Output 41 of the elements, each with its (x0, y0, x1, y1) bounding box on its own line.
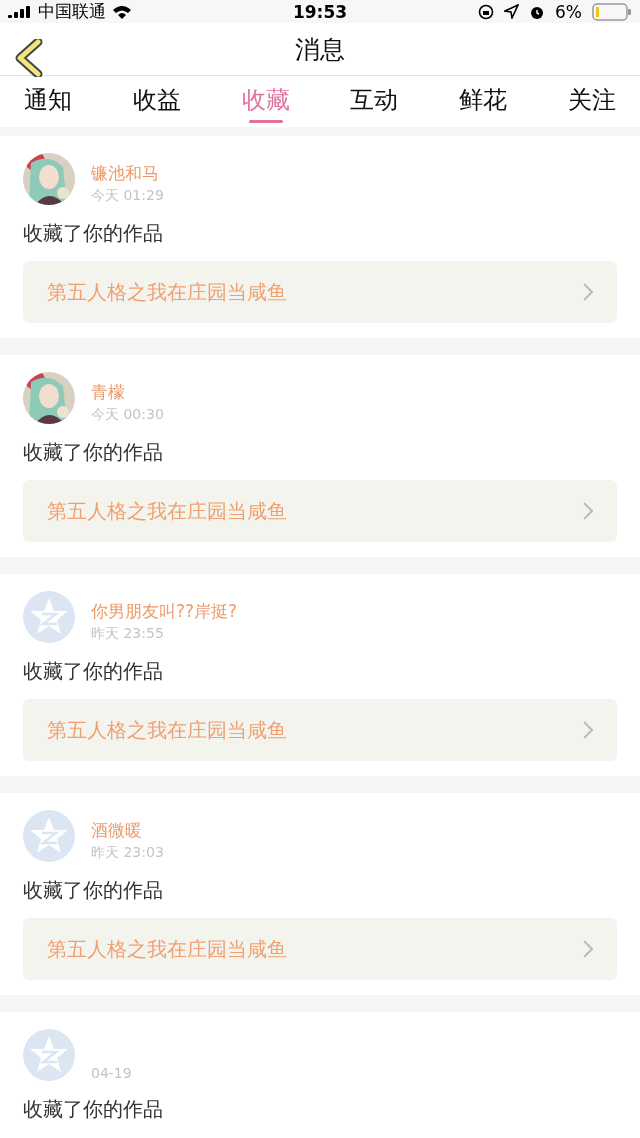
user-name[interactable]: 你男朋友叫??岸挺? (91, 600, 238, 623)
back-button[interactable] (14, 39, 44, 77)
message-time: 昨天 23:03 (91, 844, 164, 862)
signal-icon (8, 5, 32, 18)
chevron-icon (583, 721, 593, 739)
message-time: 今天 01:29 (91, 187, 164, 205)
tab[interactable]: 收藏 (241, 76, 290, 127)
location-icon (504, 4, 519, 19)
battery-icon (592, 2, 632, 21)
chevron-icon (583, 283, 593, 301)
tab[interactable]: 收益 (132, 76, 181, 127)
rotation-lock-icon (478, 3, 494, 20)
work-link[interactable]: 第五人格之我在庄园当咸鱼 (23, 918, 617, 980)
work-link[interactable]: 第五人格之我在庄园当咸鱼 (23, 261, 617, 323)
message-text: 收藏了你的作品 (23, 1096, 164, 1123)
tab[interactable]: 通知 (24, 76, 72, 127)
user-name[interactable]: 青檬 (91, 381, 164, 404)
user-name[interactable]: 镰池和马 (91, 162, 164, 185)
chevron-icon (583, 502, 593, 520)
avatar-icon (23, 1029, 75, 1081)
chevron-icon (583, 940, 593, 958)
work-link[interactable]: 第五人格之我在庄园当咸鱼 (23, 699, 617, 761)
user-name[interactable]: 酒微暖 (91, 819, 164, 842)
battery-percent: 6% (555, 1, 582, 22)
tab[interactable]: 鲜花 (459, 76, 508, 127)
tab[interactable]: 关注 (568, 76, 616, 127)
carrier-label: 中国联通 (38, 0, 106, 23)
tab[interactable]: 互动 (350, 76, 399, 127)
message-text: 收藏了你的作品 (23, 877, 164, 904)
work-link[interactable]: 第五人格之我在庄园当咸鱼 (23, 480, 617, 542)
message-text: 收藏了你的作品 (23, 220, 164, 247)
message-text: 收藏了你的作品 (23, 658, 164, 685)
message-time: 今天 00:30 (91, 406, 164, 424)
avatar-icon (23, 810, 75, 862)
message-time: 昨天 23:55 (91, 625, 165, 643)
wifi-icon (112, 4, 132, 19)
page-title: 消息 (295, 33, 345, 66)
message-text: 收藏了你的作品 (23, 439, 164, 466)
message-time: 04-19 (91, 1065, 132, 1081)
avatar-icon (23, 591, 75, 643)
clock: 19:53 (292, 1, 348, 22)
